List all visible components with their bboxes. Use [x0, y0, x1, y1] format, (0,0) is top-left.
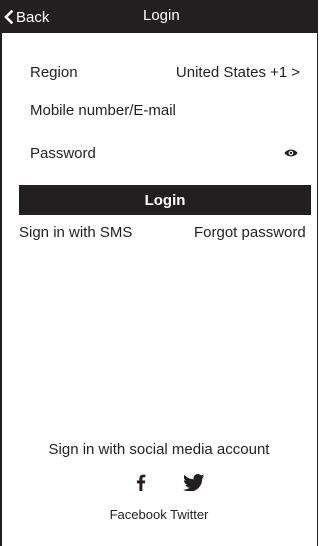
twitter-icon — [183, 474, 205, 492]
mobile-email-input[interactable] — [30, 101, 260, 119]
region-label: Region — [30, 63, 78, 81]
eye-icon[interactable] — [284, 148, 298, 158]
back-label: Back — [16, 8, 50, 26]
chevron-left-icon — [4, 10, 13, 24]
social-labels: Facebook Twitter — [0, 507, 318, 522]
facebook-icon — [136, 474, 146, 491]
sign-in-sms-link[interactable]: Sign in with SMS — [19, 224, 132, 241]
facebook-button[interactable] — [136, 474, 146, 496]
page-title: Login — [143, 7, 180, 24]
region-value-group: United States +1 > — [176, 64, 300, 81]
region-value: United States +1 — [175, 63, 288, 81]
twitter-button[interactable] — [183, 474, 205, 496]
mobile-field-row — [30, 99, 300, 121]
region-selector[interactable]: Region United States +1 > — [30, 61, 300, 83]
back-button[interactable]: Back — [4, 6, 49, 28]
chevron-right-icon: > — [291, 63, 300, 81]
password-input[interactable] — [30, 144, 260, 162]
twitter-label[interactable]: Twitter — [170, 507, 208, 522]
top-bar: Back Login — [0, 0, 318, 33]
social-section-title: Sign in with social media account — [48, 441, 270, 458]
facebook-label[interactable]: Facebook — [110, 507, 167, 522]
password-field-row — [30, 142, 300, 164]
forgot-password-link[interactable]: Forgot password — [194, 224, 306, 241]
login-button[interactable]: Login — [19, 185, 311, 215]
